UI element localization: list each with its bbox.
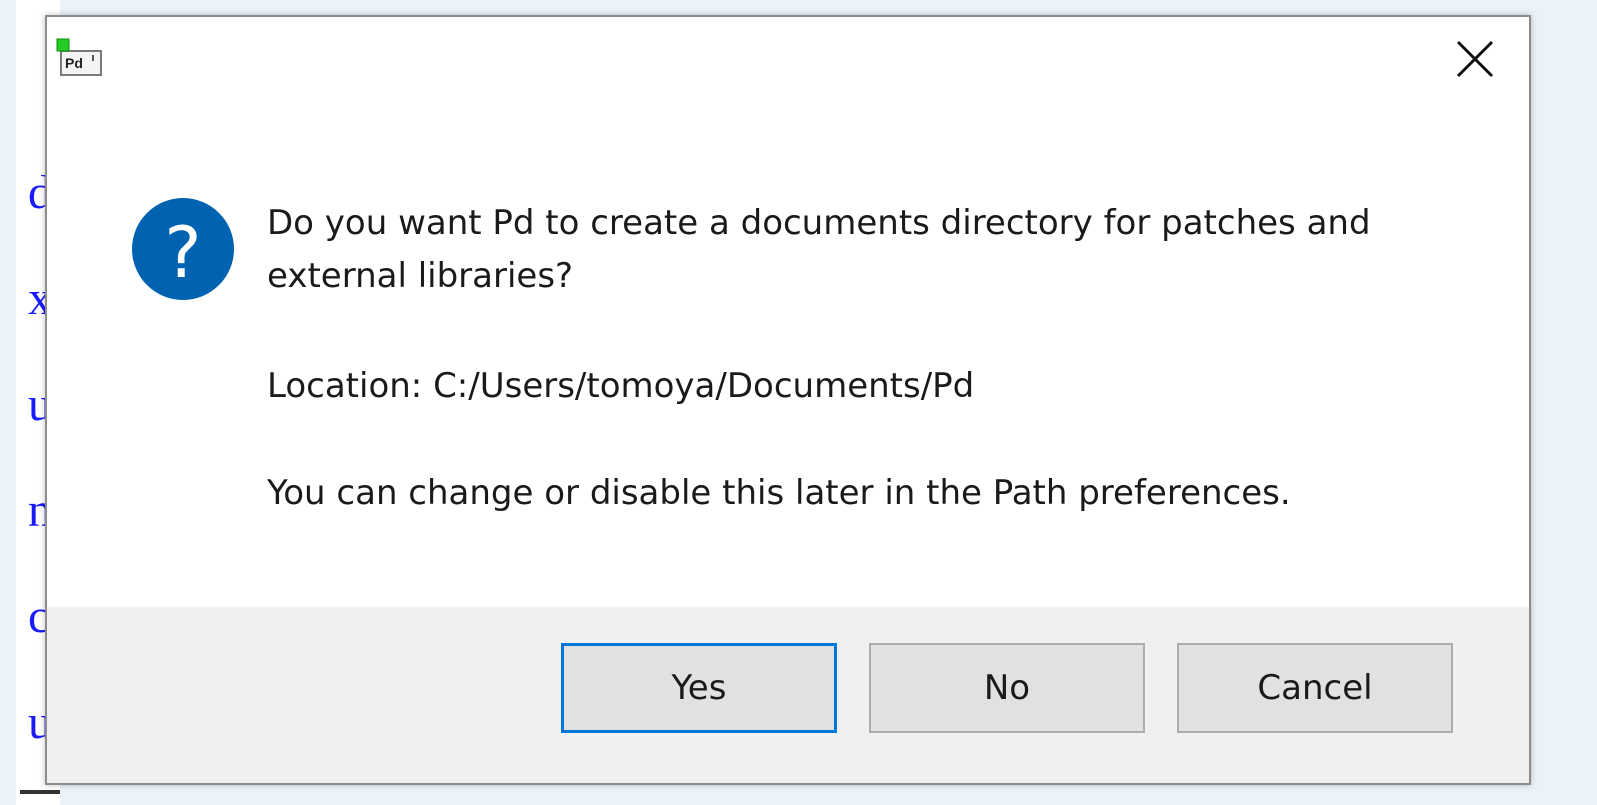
cancel-button[interactable]: Cancel [1177,643,1453,733]
pd-app-icon: Pd [55,35,105,83]
background-window-edge [20,790,60,794]
title-bar: Pd [47,17,1529,97]
location-text: Location: C:/Users/tomoya/Documents/Pd [267,366,975,406]
message-question: Do you want Pd to create a documents dir… [267,203,1371,296]
close-icon [1456,40,1494,78]
close-button[interactable] [1445,33,1505,85]
desktop: d x u n c u Pd ? Do you want Pd to creat… [0,0,1597,805]
dialog-window: Pd ? Do you want Pd to create a document… [45,15,1531,785]
dialog-content: ? Do you want Pd to create a documents d… [47,97,1529,607]
note-text: You can change or disable this later in … [267,473,1291,513]
yes-button[interactable]: Yes [561,643,837,733]
button-bar: Yes No Cancel [47,607,1529,783]
no-button[interactable]: No [869,643,1145,733]
svg-text:?: ? [164,212,201,294]
question-icon: ? [131,197,235,301]
message-area: Do you want Pd to create a documents dir… [267,197,1447,513]
app-icon-label: Pd [65,55,83,71]
